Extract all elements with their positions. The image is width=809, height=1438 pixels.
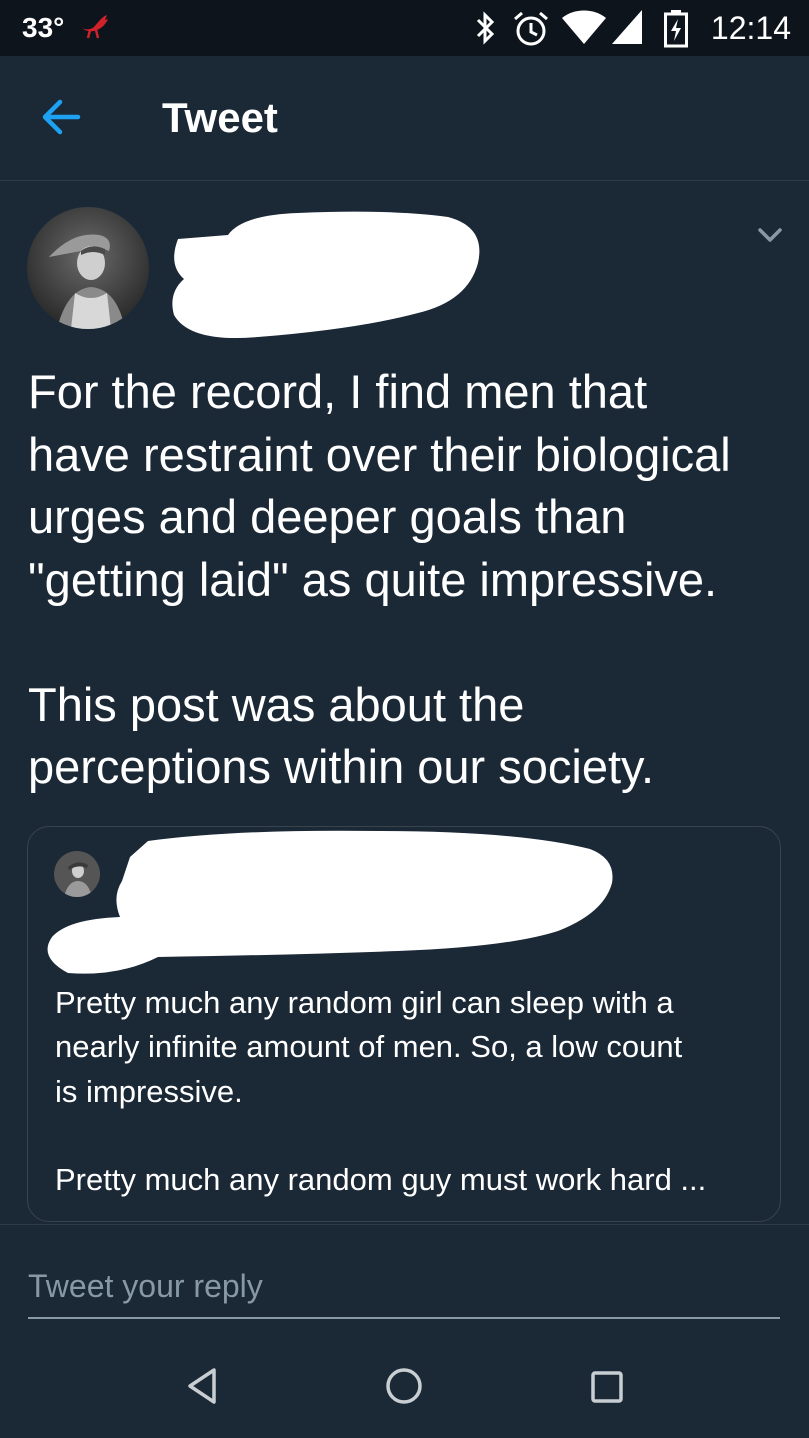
quoted-author-redaction (47, 830, 613, 974)
nav-back-button[interactable] (182, 1364, 226, 1408)
navigation-bar (0, 1334, 809, 1438)
avatar-photo (27, 207, 149, 329)
temperature: 33° (22, 12, 65, 43)
back-button[interactable] (36, 94, 90, 140)
author-name-redaction (172, 211, 480, 339)
tweet-menu-button[interactable] (754, 223, 786, 247)
reply-bar (0, 1224, 809, 1335)
chevron-down-icon (758, 228, 782, 242)
recents-square-icon (591, 1371, 623, 1403)
notification-bird-icon (82, 15, 108, 39)
clock: 12:14 (710, 10, 791, 46)
nav-recents-button[interactable] (584, 1364, 628, 1408)
quoted-tweet-text: Pretty much any random girl can sleep wi… (55, 985, 707, 1198)
tweet-card: For the record, I find men that have res… (0, 181, 809, 1224)
signal-icon (612, 10, 642, 44)
wifi-icon (562, 10, 606, 44)
status-bar: 33° 12:14 (0, 0, 809, 56)
reply-input[interactable] (28, 1255, 780, 1319)
arrow-left-icon (42, 99, 81, 135)
alarm-icon (514, 11, 548, 46)
bluetooth-icon (476, 11, 495, 45)
page-title: Tweet (162, 94, 278, 141)
back-triangle-icon (188, 1368, 216, 1404)
battery-charging-icon (664, 10, 688, 48)
header-bar: Tweet (0, 56, 809, 181)
author-avatar[interactable] (27, 207, 149, 329)
quoted-tweet[interactable]: Pretty much any random girl can sleep wi… (27, 826, 781, 1222)
nav-home-button[interactable] (382, 1364, 426, 1408)
home-circle-icon (386, 1368, 422, 1404)
tweet-text: For the record, I find men that have res… (28, 365, 731, 793)
